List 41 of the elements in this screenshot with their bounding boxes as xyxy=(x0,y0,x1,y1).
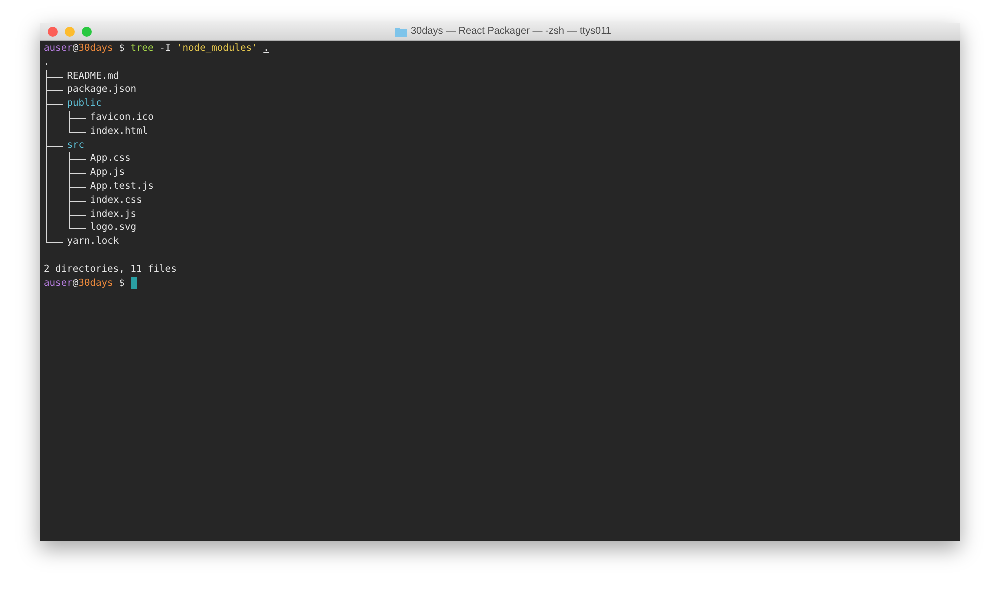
tree-branch-line xyxy=(46,83,63,98)
file-name: App.test.js xyxy=(90,180,154,194)
file-name: index.html xyxy=(90,124,148,139)
file-name: logo.svg xyxy=(90,221,137,236)
zoom-button[interactable] xyxy=(82,26,92,36)
prompt-symbol: $ xyxy=(119,276,125,290)
command-argument: 'node_modules' xyxy=(176,42,258,56)
prompt-host: 30days xyxy=(78,42,114,56)
tree-branch-line xyxy=(69,152,86,166)
close-button[interactable] xyxy=(48,26,58,36)
file-name: README.md xyxy=(67,70,120,84)
option-text: -I xyxy=(160,42,172,56)
directory-name: public xyxy=(67,97,102,111)
summary-text: 2 directories, 11 files xyxy=(44,262,177,277)
file-name: package.json xyxy=(67,83,136,98)
window-title: 30days — React Packager — -zsh — ttys011 xyxy=(411,26,612,37)
tree-branch-line xyxy=(69,194,86,208)
directory-name: src xyxy=(67,138,85,152)
tree-root: . xyxy=(44,56,50,70)
prompt-symbol: $ xyxy=(119,42,125,56)
file-name: yarn.lock xyxy=(67,235,120,249)
minimize-button[interactable] xyxy=(65,26,75,36)
file-name: App.css xyxy=(90,152,131,166)
prompt-host: 30days xyxy=(78,276,114,290)
prompt-at: @ xyxy=(72,276,79,290)
file-name: App.js xyxy=(90,166,126,180)
file-name: index.css xyxy=(90,194,142,208)
tree-branch-line xyxy=(46,97,63,112)
tree-branch-line xyxy=(46,70,63,84)
prompt-user: auser xyxy=(44,276,73,290)
command-path: . xyxy=(264,42,270,56)
tree-branch-line xyxy=(46,235,63,244)
folder-icon xyxy=(395,26,407,36)
prompt-at: @ xyxy=(72,42,79,56)
tree-branch-line xyxy=(69,180,86,194)
file-name: index.js xyxy=(90,208,137,222)
command-name: tree xyxy=(130,42,154,56)
prompt-user: auser xyxy=(44,42,73,56)
file-name: favicon.ico xyxy=(90,110,154,125)
tree-branch-line xyxy=(69,166,86,180)
tree-branch-line xyxy=(46,138,63,153)
